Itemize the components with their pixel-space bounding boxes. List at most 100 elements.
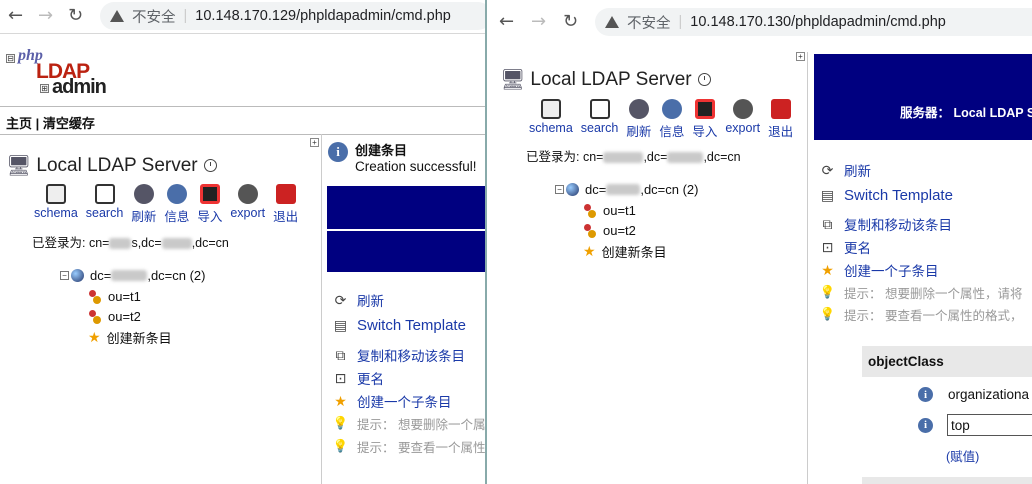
logo-tree-box: ⊟ [6, 54, 15, 63]
action-refresh[interactable]: ⟳ 刷新 [332, 290, 384, 310]
action-rename[interactable]: ⊡ 更名 [819, 237, 871, 257]
lightbulb-icon: 💡 [332, 439, 349, 453]
tree-root[interactable]: − dc= ,dc=cn (2) [60, 268, 206, 283]
server-toolbar: schema search 刷新 信息 导入 export 退出 [529, 99, 793, 140]
banner-text: 服务器： Local LDAP S [900, 105, 1032, 120]
address-bar[interactable]: 不安全 | 10.148.170.130/phpldapadmin/cmd.ph… [595, 8, 1032, 36]
logout-icon [275, 184, 296, 204]
import-icon [694, 99, 715, 119]
template-icon: ▤ [820, 187, 835, 203]
forward-icon[interactable]: → [38, 7, 53, 25]
action-switch-template[interactable]: ▤ Switch Template [332, 317, 466, 334]
info-icon[interactable]: i [918, 387, 933, 402]
import-button[interactable]: 导入 [197, 184, 222, 225]
clear-cache-link[interactable]: 清空缓存 [43, 116, 95, 131]
attribute-value-input[interactable]: top [947, 414, 1032, 436]
menu-divider: | [35, 116, 40, 131]
ou-icon [583, 223, 597, 238]
logo-admin: admin [52, 76, 107, 98]
export-icon [237, 184, 258, 204]
forward-icon[interactable]: → [531, 13, 546, 31]
server-title: 🖥 Local LDAP Server [500, 67, 711, 92]
refresh-icon: ⟳ [821, 161, 834, 178]
schema-button[interactable]: schema [529, 99, 573, 140]
address-bar[interactable]: 不安全 | 10.148.170.129/phpldapadmin/cmd.ph… [100, 2, 485, 30]
tree-item-t1[interactable]: ou=t1 [583, 203, 636, 218]
attribute-header: objectClass [862, 346, 1032, 377]
globe-icon [71, 269, 84, 282]
import-button[interactable]: 导入 [692, 99, 717, 140]
rename-icon: ⊡ [821, 238, 834, 255]
tree-item-t2[interactable]: ou=t2 [88, 309, 141, 324]
action-copy-move[interactable]: ⧉ 复制和移动该条目 [819, 214, 953, 234]
collapse-icon[interactable]: − [555, 185, 564, 194]
action-create-child[interactable]: ★ 创建一个子条目 [332, 391, 451, 411]
ou-icon [88, 309, 102, 324]
search-icon [94, 184, 115, 204]
address-divider: | [183, 8, 188, 24]
info-button[interactable]: 信息 [164, 184, 189, 225]
logout-button[interactable]: 退出 [768, 99, 793, 140]
warning-icon [110, 10, 124, 22]
browser-toolbar: ← → ↻ 不安全 | 10.148.170.129/phpldapadmin/… [0, 0, 485, 34]
action-rename[interactable]: ⊡ 更名 [332, 368, 384, 388]
right-browser-window: ← → ↻ 不安全 | 10.148.170.130/phpldapadmin/… [487, 0, 1032, 484]
tree-item-t1[interactable]: ou=t1 [88, 289, 141, 304]
import-icon [199, 184, 220, 204]
divider [0, 134, 485, 135]
schema-button[interactable]: schema [34, 184, 78, 225]
expand-toggle[interactable]: + [796, 52, 805, 61]
warning-icon [605, 16, 619, 28]
copy-icon: ⧉ [822, 215, 833, 232]
info-icon [166, 184, 187, 204]
info-icon[interactable]: i [918, 417, 933, 433]
refresh-button[interactable]: 刷新 [131, 184, 156, 225]
lightbulb-icon: 💡 [819, 307, 836, 321]
frame-divider [321, 134, 322, 484]
info-button[interactable]: 信息 [659, 99, 684, 140]
phpldapadmin-logo[interactable]: ⊟ php LDAP ⊞ admin [4, 44, 114, 100]
message-title: 创建条目 [355, 143, 408, 158]
action-refresh[interactable]: ⟳ 刷新 [819, 160, 871, 180]
reload-icon[interactable]: ↻ [68, 7, 83, 25]
url-text: 10.148.170.130/phpldapadmin/cmd.php [690, 14, 946, 30]
tree-create-entry[interactable]: ★ 创建新条目 [88, 328, 172, 347]
export-button[interactable]: export [230, 184, 265, 225]
url-text: 10.148.170.129/phpldapadmin/cmd.php [195, 8, 451, 24]
action-create-child[interactable]: ★ 创建一个子条目 [819, 260, 938, 280]
expand-toggle[interactable]: + [310, 138, 319, 147]
logout-button[interactable]: 退出 [273, 184, 298, 225]
clock-icon[interactable] [697, 73, 711, 86]
top-menu: 主页 | 清空缓存 [6, 113, 95, 132]
hint-view: 💡 提示： 要查看一个属性的格式， [819, 307, 1023, 323]
hint-delete: 💡 提示： 想要删除一个属 [332, 416, 486, 432]
collapse-icon[interactable]: − [60, 271, 69, 280]
banner-bottom [327, 231, 485, 272]
export-button[interactable]: export [725, 99, 760, 140]
action-copy-move[interactable]: ⧉ 复制和移动该条目 [332, 345, 466, 365]
tree-root[interactable]: − dc= ,dc=cn (2) [555, 182, 699, 197]
copy-icon: ⧉ [335, 346, 346, 363]
refresh-icon [133, 184, 154, 204]
search-button[interactable]: search [86, 184, 123, 225]
action-switch-template[interactable]: ▤ Switch Template [819, 187, 953, 204]
schema-icon [45, 184, 66, 204]
left-browser-window: ← → ↻ 不安全 | 10.148.170.129/phpldapadmin/… [0, 0, 487, 484]
star-icon: ★ [334, 392, 347, 409]
reload-icon[interactable]: ↻ [563, 13, 578, 31]
home-link[interactable]: 主页 [6, 116, 32, 131]
ou-icon [583, 203, 597, 218]
add-value-link[interactable]: (赋值) [946, 446, 979, 465]
next-attribute-header [862, 477, 1032, 484]
search-button[interactable]: search [581, 99, 618, 140]
tree-item-t2[interactable]: ou=t2 [583, 223, 636, 238]
clock-icon[interactable] [203, 159, 217, 172]
back-icon[interactable]: ← [499, 13, 514, 31]
tree-create-entry[interactable]: ★ 创建新条目 [583, 242, 667, 261]
refresh-button[interactable]: 刷新 [626, 99, 651, 140]
success-message: i 创建条目 Creation successful! [328, 140, 477, 174]
back-icon[interactable]: ← [8, 7, 23, 25]
server-banner: 服务器： Local LDAP S [814, 54, 1032, 140]
hint-view: 💡 提示： 要查看一个属性 [332, 439, 486, 455]
attribute-value-row: i top [918, 414, 1032, 436]
